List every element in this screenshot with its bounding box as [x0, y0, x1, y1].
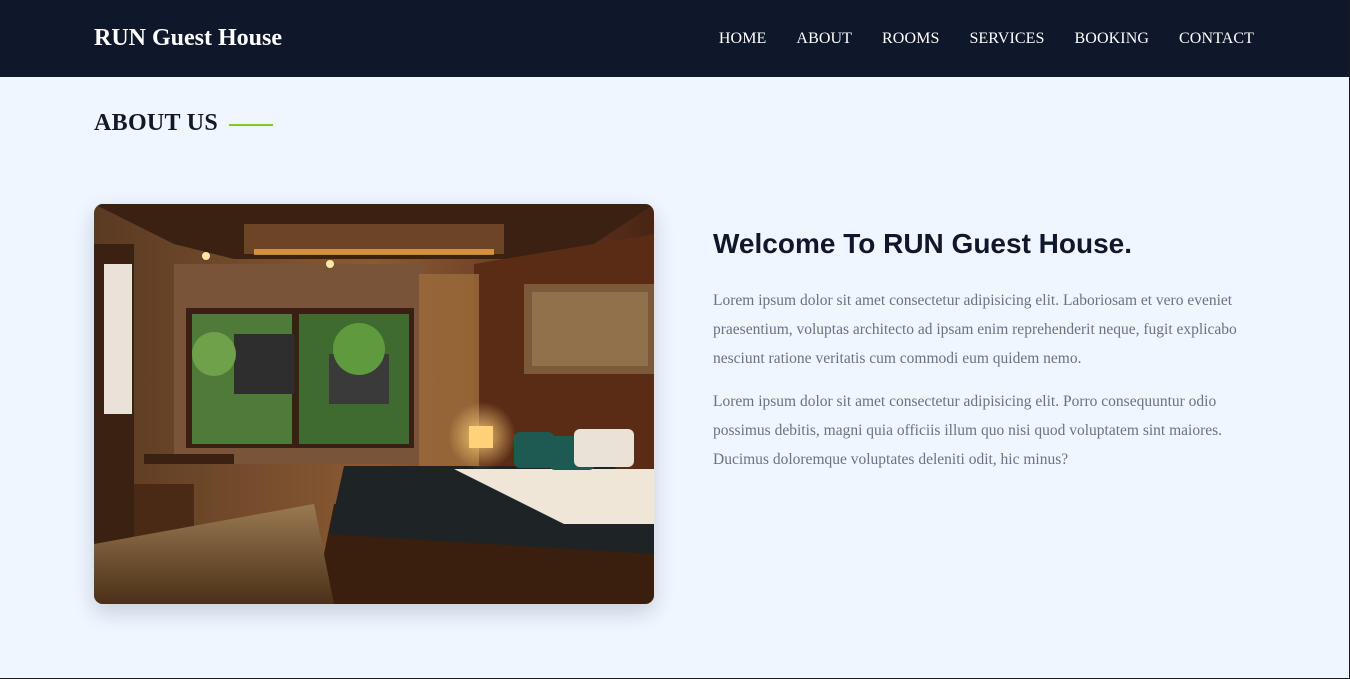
- title-accent-line: [229, 123, 273, 126]
- about-section-title: ABOUT US: [94, 110, 273, 137]
- nav-about[interactable]: ABOUT: [796, 30, 852, 48]
- welcome-heading: Welcome To RUN Guest House.: [713, 228, 1133, 259]
- nav-services[interactable]: SERVICES: [969, 30, 1044, 48]
- nav-booking[interactable]: BOOKING: [1075, 30, 1149, 48]
- nav-home[interactable]: HOME: [719, 30, 767, 48]
- nav-rooms[interactable]: ROOMS: [882, 30, 939, 48]
- room-photo: [94, 204, 654, 604]
- brand-logo[interactable]: RUN Guest House: [94, 25, 282, 52]
- main-nav: HOME ABOUT ROOMS SERVICES BOOKING CONTAC…: [719, 30, 1254, 48]
- about-paragraph-1: Lorem ipsum dolor sit amet consectetur a…: [713, 292, 1237, 367]
- site-header: RUN Guest House HOME ABOUT ROOMS SERVICE…: [0, 0, 1350, 77]
- about-paragraph-2: Lorem ipsum dolor sit amet consectetur a…: [713, 393, 1223, 468]
- about-content: Welcome To RUN Guest House. Lorem ipsum …: [713, 228, 1243, 488]
- nav-contact[interactable]: CONTACT: [1179, 30, 1254, 48]
- section-heading: ABOUT US: [94, 110, 218, 136]
